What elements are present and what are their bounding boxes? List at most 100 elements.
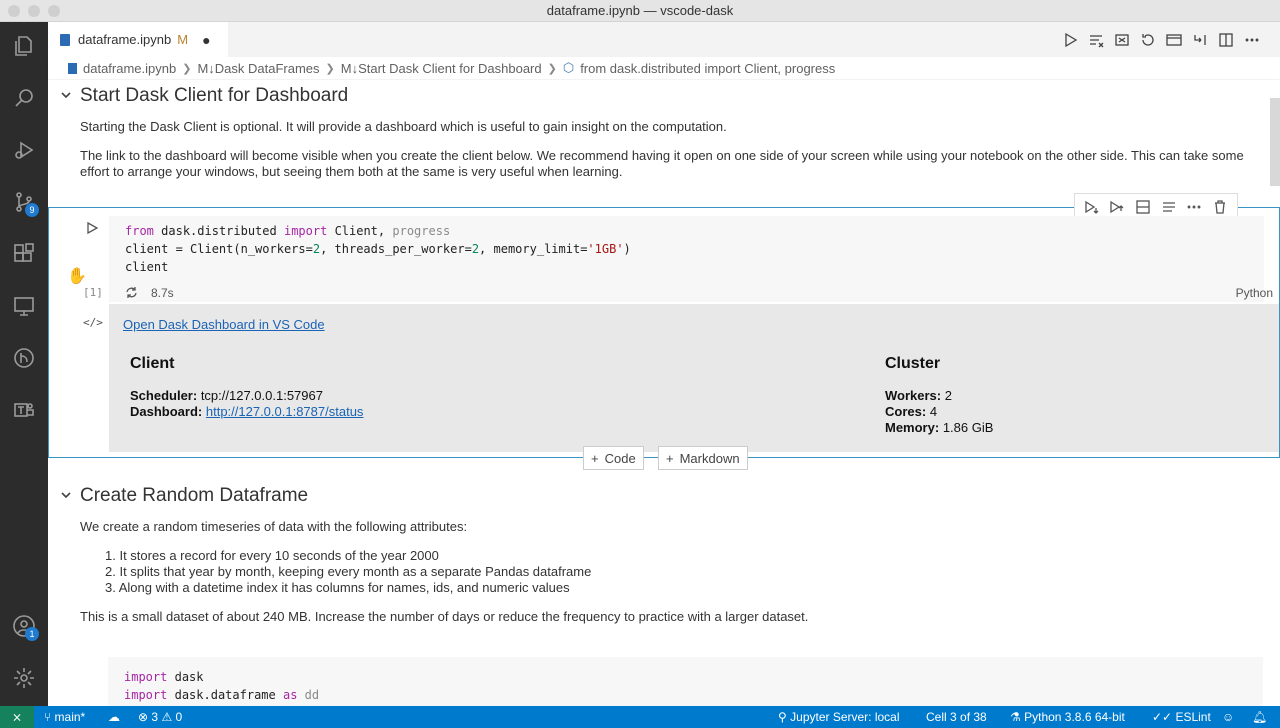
- link-icon: ⚲: [778, 710, 787, 724]
- teams-icon[interactable]: [0, 386, 48, 434]
- run-above-icon[interactable]: [1084, 199, 1100, 215]
- run-all-icon[interactable]: [1062, 32, 1078, 48]
- cell-output: Open Dask Dashboard in VS Code Client Sc…: [109, 304, 1279, 452]
- notebook-file-icon: [60, 33, 70, 46]
- cell-language[interactable]: Python: [1236, 286, 1273, 300]
- code-line-3: client: [125, 260, 169, 274]
- tab-label: dataframe.ipynb: [78, 32, 172, 47]
- code-cell-selected[interactable]: ✋ from dask.distributed import Client, p…: [48, 193, 1280, 458]
- list-item: 1. It stores a record for every 10 secon…: [105, 548, 439, 563]
- unsaved-dot-icon[interactable]: ●: [202, 32, 210, 48]
- gear-icon[interactable]: [0, 654, 48, 702]
- more-actions-icon[interactable]: [1244, 32, 1260, 48]
- accounts-icon[interactable]: 1: [0, 602, 48, 650]
- more-actions-icon[interactable]: [1186, 199, 1202, 215]
- markdown-paragraph: This is a small dataset of about 240 MB.…: [80, 609, 809, 624]
- maximize-window-button[interactable]: [48, 5, 60, 17]
- outline-icon[interactable]: [1166, 32, 1182, 48]
- split-cell-icon[interactable]: [1135, 199, 1151, 215]
- status-bar: ⨯ ⑂ main* ☁ ⊗ 3 ⚠ 0 ⚲ Jupyter Server: lo…: [0, 706, 1280, 728]
- error-icon: ⊗: [138, 710, 149, 724]
- extensions-icon[interactable]: [0, 230, 48, 278]
- remote-explorer-icon[interactable]: [0, 282, 48, 330]
- client-info: Client Scheduler: tcp://127.0.0.1:57967 …: [130, 355, 364, 420]
- clear-output-icon[interactable]: [1161, 199, 1177, 215]
- search-icon[interactable]: [0, 74, 48, 122]
- client-heading: Client: [130, 355, 175, 372]
- breadcrumb: dataframe.ipynb ❯ M↓Dask DataFrames ❯ M↓…: [48, 57, 1280, 79]
- variables-icon[interactable]: [1114, 32, 1130, 48]
- cluster-info: Cluster Workers: 2 Cores: 4 Memory: 1.86…: [885, 355, 994, 436]
- python-icon: ⚗: [1010, 710, 1021, 724]
- markdown-paragraph: The link to the dashboard will become vi…: [80, 148, 1244, 179]
- restart-kernel-icon[interactable]: [1140, 32, 1156, 48]
- warning-icon: ⚠: [161, 710, 173, 724]
- add-markdown-cell-button[interactable]: + Markdown: [658, 446, 748, 470]
- chevron-right-icon: ❯: [325, 62, 335, 75]
- python-cell-icon: ⬡: [562, 60, 575, 75]
- check-icon: ✓✓: [1152, 710, 1173, 724]
- code-editor[interactable]: from dask.distributed import Client, pro…: [109, 216, 1264, 302]
- output-code-icon[interactable]: </>: [83, 316, 103, 329]
- close-window-button[interactable]: [8, 5, 20, 17]
- section-heading-create-dataframe: Create Random Dataframe: [80, 485, 309, 506]
- code-line-1: import dask: [124, 670, 204, 684]
- run-below-icon[interactable]: [1109, 199, 1125, 215]
- split-editor-icon[interactable]: [1218, 32, 1234, 48]
- list-item: 2. It splits that year by month, keeping…: [105, 564, 592, 579]
- clear-outputs-icon[interactable]: [1088, 32, 1104, 48]
- kernel-icon[interactable]: [1192, 32, 1208, 48]
- chevron-down-icon[interactable]: [60, 489, 72, 501]
- execution-time: 8.7s: [151, 286, 174, 300]
- editor-tab-bar: dataframe.ipynb M ●: [48, 22, 1280, 57]
- memory-value: 1.86 GiB: [942, 420, 994, 435]
- notebook-editor: Start Dask Client for Dashboard Starting…: [48, 80, 1280, 706]
- cores-value: 4: [929, 404, 938, 419]
- python-interpreter[interactable]: ⚗ Python 3.8.6 64-bit: [1010, 706, 1125, 728]
- cell-indicator[interactable]: Cell 3 of 38: [926, 706, 987, 728]
- run-debug-icon[interactable]: [0, 126, 48, 174]
- delete-cell-icon[interactable]: [1212, 199, 1228, 215]
- breadcrumb-item-code-cell[interactable]: from dask.distributed import Client, pro…: [580, 61, 835, 76]
- tab-dataframe-ipynb[interactable]: dataframe.ipynb M ●: [48, 22, 228, 57]
- sync-icon[interactable]: ☁: [108, 706, 120, 728]
- source-control-icon[interactable]: 9: [0, 178, 48, 226]
- accounts-badge: 1: [25, 627, 39, 641]
- refresh-icon: [125, 286, 138, 299]
- workers-value: 2: [944, 388, 952, 403]
- scrollbar-thumb[interactable]: [1270, 98, 1280, 186]
- scheduler-value: tcp://127.0.0.1:57967: [200, 388, 323, 403]
- drag-hand-icon[interactable]: ✋: [67, 266, 87, 286]
- plus-icon: +: [591, 450, 599, 466]
- problems-indicator[interactable]: ⊗ 3 ⚠ 0: [138, 706, 182, 728]
- eslint-status[interactable]: ✓✓ ESLint: [1152, 706, 1211, 728]
- branch-indicator[interactable]: ⑂ main*: [44, 706, 85, 728]
- breadcrumb-item-dask-dataframes[interactable]: M↓Dask DataFrames: [197, 61, 319, 76]
- add-code-cell-button[interactable]: + Code: [583, 446, 644, 470]
- list-item: 3. Along with a datetime index it has co…: [105, 580, 570, 595]
- code-editor[interactable]: import dask import dask.dataframe as dd: [108, 657, 1263, 706]
- explorer-icon[interactable]: [0, 22, 48, 70]
- minimize-window-button[interactable]: [28, 5, 40, 17]
- open-dashboard-link[interactable]: Open Dask Dashboard in VS Code: [123, 317, 325, 332]
- breadcrumb-item-file[interactable]: dataframe.ipynb: [83, 61, 176, 76]
- code-line-2: import dask.dataframe as dd: [124, 688, 320, 702]
- code-line-1: from dask.distributed import Client, pro…: [125, 224, 451, 238]
- section-heading-start-client: Start Dask Client for Dashboard: [80, 85, 349, 106]
- remote-indicator-icon[interactable]: ⨯: [0, 706, 34, 728]
- run-cell-icon[interactable]: [85, 221, 99, 235]
- notifications-icon[interactable]: 🔔︎: [1252, 706, 1267, 728]
- breadcrumb-item-start-client[interactable]: M↓Start Dask Client for Dashboard: [341, 61, 542, 76]
- execution-count: [1]: [83, 286, 103, 299]
- chevron-down-icon[interactable]: [60, 89, 72, 101]
- plus-icon: +: [666, 450, 674, 466]
- feedback-icon[interactable]: ☺: [1222, 706, 1234, 728]
- jupyter-server-status[interactable]: ⚲ Jupyter Server: local: [778, 706, 900, 728]
- code-line-2: client = Client(n_workers=2, threads_per…: [125, 242, 631, 256]
- editor-toolbar: [1062, 22, 1260, 57]
- git-graph-icon[interactable]: [0, 334, 48, 382]
- dashboard-link[interactable]: http://127.0.0.1:8787/status: [206, 404, 364, 419]
- modified-indicator: M: [177, 32, 189, 47]
- cluster-heading: Cluster: [885, 355, 941, 372]
- markdown-paragraph: Starting the Dask Client is optional. It…: [80, 119, 727, 134]
